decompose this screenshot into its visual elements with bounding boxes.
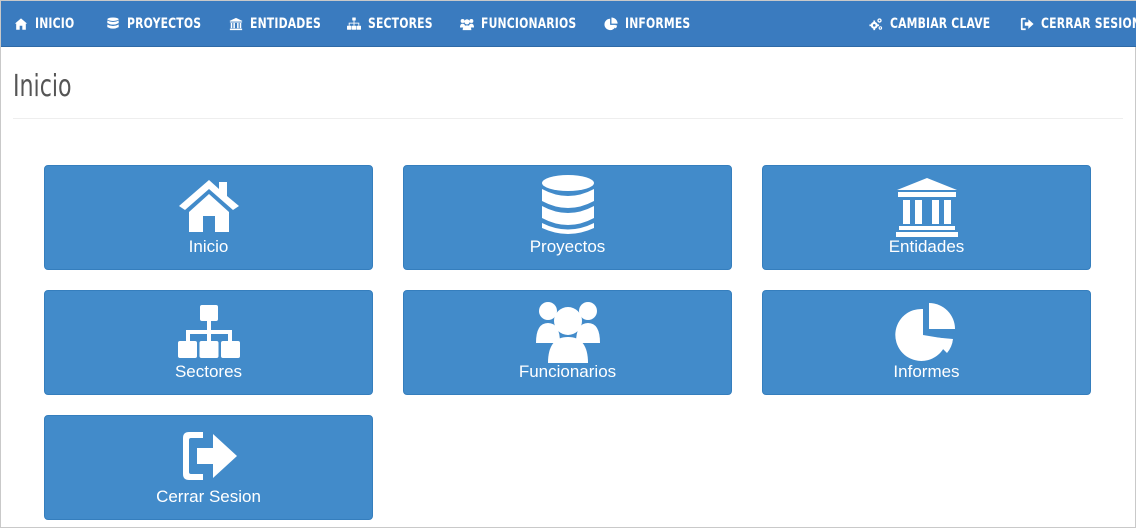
tile-entidades[interactable]: Entidades (762, 165, 1091, 270)
nav-sectores[interactable]: SECTORES (347, 1, 443, 47)
cogs-icon (869, 17, 883, 31)
bank-icon (229, 17, 243, 31)
tile-informes[interactable]: Informes (762, 290, 1091, 395)
database-icon (535, 174, 601, 238)
nav-funcionarios[interactable]: FUNCIONARIOS (460, 1, 592, 47)
sitemap-icon (347, 17, 361, 31)
nav-cambiar-clave[interactable]: CAMBIAR CLAVE (869, 1, 1007, 47)
tile-cerrar-sesion[interactable]: Cerrar Sesion (44, 415, 373, 520)
nav-inicio[interactable]: INICIO (14, 1, 81, 47)
sitemap-icon (176, 299, 242, 363)
nav-proyectos[interactable]: PROYECTOS (106, 1, 213, 47)
sign-out-icon (176, 424, 242, 488)
nav-informes[interactable]: INFORMES (604, 1, 701, 47)
pie-chart-icon (894, 299, 960, 363)
tile-label: Cerrar Sesion (156, 487, 261, 506)
database-icon (106, 17, 120, 31)
home-icon (14, 17, 28, 31)
sign-out-icon (1020, 17, 1034, 31)
users-icon (535, 299, 601, 363)
nav-cerrar-sesion[interactable]: CERRAR SESION (1020, 1, 1136, 47)
tile-label: Funcionarios (518, 362, 617, 381)
tile-label: Proyectos (529, 237, 606, 256)
tile-label: Informes (893, 362, 960, 381)
pie-chart-icon (604, 17, 618, 31)
bank-icon (894, 174, 960, 238)
tile-label: Inicio (188, 237, 229, 256)
tile-label: Entidades (888, 237, 965, 256)
top-navbar: INICIO PROYECTOS ENTIDADES SECTORES FUNC… (1, 1, 1136, 47)
tile-sectores[interactable]: Sectores (44, 290, 373, 395)
tile-funcionarios[interactable]: Funcionarios (403, 290, 732, 395)
nav-entidades[interactable]: ENTIDADES (229, 1, 333, 47)
tile-label: Sectores (174, 362, 243, 381)
tile-inicio[interactable]: Inicio (44, 165, 373, 270)
tile-proyectos[interactable]: Proyectos (403, 165, 732, 270)
title-divider (13, 118, 1123, 119)
page-title: Inicio (13, 69, 72, 104)
home-icon (176, 174, 242, 238)
users-icon (460, 17, 474, 31)
